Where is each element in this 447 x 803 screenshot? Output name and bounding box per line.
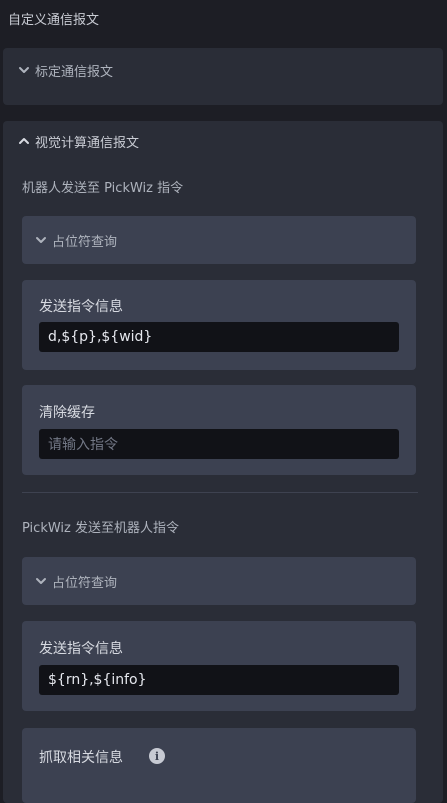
placeholder-query-label: 占位符查询 xyxy=(52,234,118,250)
placeholder-query-card-1[interactable]: 占位符查询 xyxy=(22,216,416,264)
clear-cache-label: 清除缓存 xyxy=(39,405,95,421)
grab-info-label: 抓取相关信息 xyxy=(39,750,123,766)
panel-calibration-title: 标定通信报文 xyxy=(35,64,114,80)
section-divider xyxy=(22,492,418,493)
placeholder-query-card-2[interactable]: 占位符查询 xyxy=(22,557,416,605)
send-info-card-2: 发送指令信息 ${rn},${info} xyxy=(22,621,416,711)
chevron-down-icon xyxy=(34,574,48,588)
panel-vision-title: 视觉计算通信报文 xyxy=(35,135,140,151)
chevron-up-icon xyxy=(17,134,31,148)
panel-calibration-header[interactable]: 标定通信报文 xyxy=(3,48,443,92)
info-icon[interactable]: i xyxy=(149,748,165,764)
send-info-input[interactable]: d,${p},${wid} xyxy=(39,322,399,352)
send-info-card-1: 发送指令信息 d,${p},${wid} xyxy=(22,280,416,370)
chevron-down-icon xyxy=(34,233,48,247)
panel-vision-header[interactable]: 视觉计算通信报文 xyxy=(3,121,443,161)
placeholder-query-label: 占位符查询 xyxy=(52,575,118,591)
pickwiz-to-robot-label: PickWiz 发送至机器人指令 xyxy=(22,521,179,536)
send-info-label: 发送指令信息 xyxy=(39,641,123,657)
grab-info-card: 抓取相关信息 i xyxy=(22,728,416,803)
send-info-input[interactable]: ${rn},${info} xyxy=(39,665,399,695)
send-info-label: 发送指令信息 xyxy=(39,299,123,315)
page-title: 自定义通信报文 xyxy=(8,13,100,28)
chevron-down-icon xyxy=(17,63,31,77)
robot-to-pickwiz-label: 机器人发送至 PickWiz 指令 xyxy=(22,181,184,196)
custom-message-page: 自定义通信报文 标定通信报文 视觉计算通信报文 机器人发送至 PickWiz 指… xyxy=(0,0,447,803)
clear-cache-card: 清除缓存 请输入指令 xyxy=(22,385,416,475)
panel-vision-message: 视觉计算通信报文 机器人发送至 PickWiz 指令 占位符查询 发送指令信息 … xyxy=(3,121,443,803)
clear-cache-input[interactable]: 请输入指令 xyxy=(39,429,399,459)
panel-calibration-message: 标定通信报文 xyxy=(3,48,443,105)
